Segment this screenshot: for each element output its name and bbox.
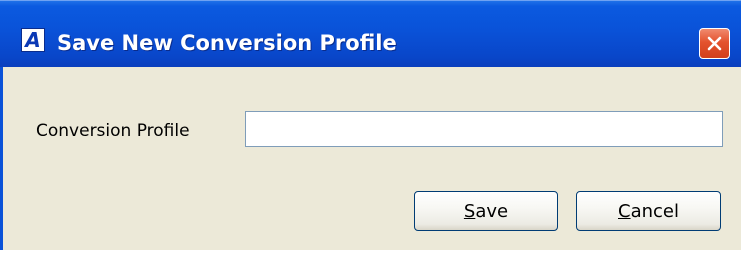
app-logo-letter: A: [25, 27, 41, 52]
dialog-window: A Save New Conversion Profile Conversion…: [0, 0, 741, 255]
title-bar[interactable]: A Save New Conversion Profile: [0, 0, 741, 67]
dialog-body: Conversion Profile Save Cancel: [0, 67, 741, 255]
cancel-button-accel: C: [618, 200, 631, 222]
save-button-accel: S: [463, 200, 476, 222]
app-logo-icon: A: [21, 28, 45, 52]
save-button-label: ave: [475, 200, 509, 222]
cancel-button-label: ancel: [630, 200, 679, 222]
conversion-profile-label: Conversion Profile: [36, 121, 190, 141]
save-button[interactable]: Save: [414, 191, 558, 231]
close-x-icon: [707, 36, 722, 51]
close-button[interactable]: [699, 28, 730, 59]
cancel-button[interactable]: Cancel: [576, 191, 721, 231]
window-title: Save New Conversion Profile: [57, 31, 397, 55]
window-bottom-edge: [0, 250, 741, 255]
conversion-profile-input[interactable]: [245, 111, 723, 147]
